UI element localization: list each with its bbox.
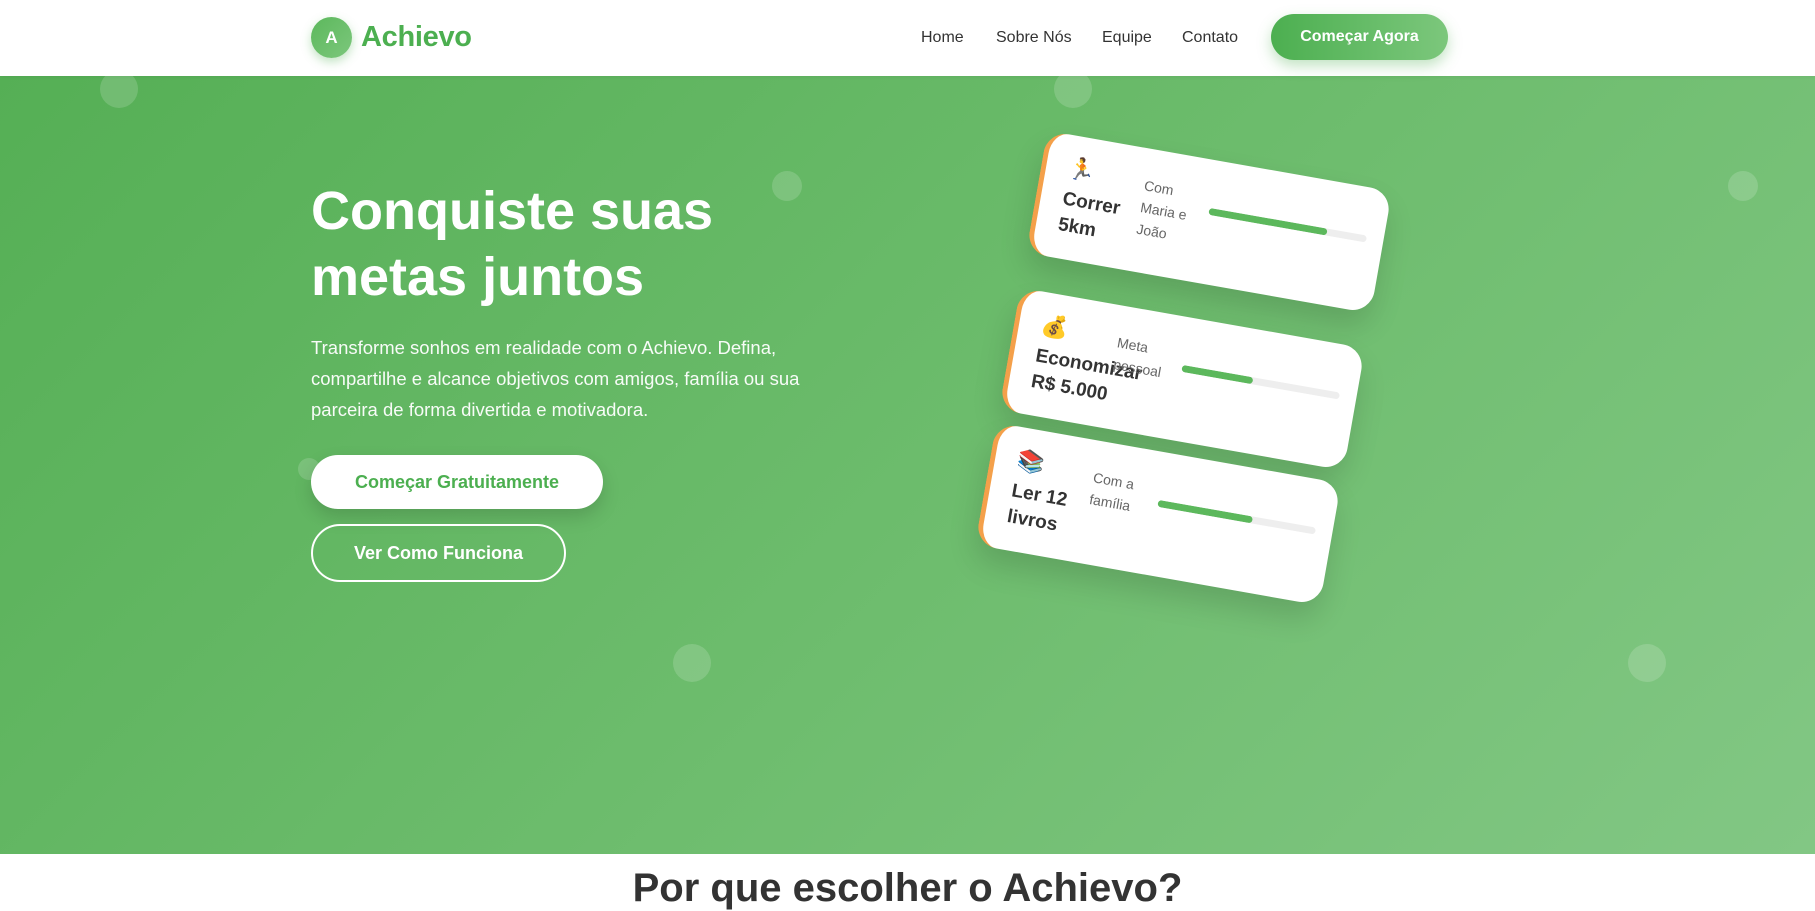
money-bag-icon: 💰 <box>1039 311 1071 342</box>
nav-link-home[interactable]: Home <box>921 29 964 47</box>
runner-icon: 🏃 <box>1066 154 1098 185</box>
logo-mark: A <box>311 17 352 58</box>
goal-title: Ler 12 livros <box>1005 480 1069 536</box>
decorative-bubble <box>1728 171 1758 201</box>
goal-title: Economizar R$ 5.000 <box>1029 345 1144 406</box>
nav-link-equipe[interactable]: Equipe <box>1102 29 1152 47</box>
goal-progress-bar <box>1181 364 1341 400</box>
goal-progress-bar <box>1157 499 1317 535</box>
goal-card[interactable]: 🏃 Correr 5km Com Maria e João <box>1025 130 1393 314</box>
goal-progress-fill <box>1157 499 1254 524</box>
nav-link-sobre-nos[interactable]: Sobre Nós <box>996 29 1072 47</box>
hero-subtitle: Transforme sonhos em realidade com o Ach… <box>311 337 800 420</box>
goal-progress-fill <box>1208 207 1328 236</box>
logo[interactable]: A Achievo <box>311 17 472 58</box>
decorative-bubble <box>100 76 138 108</box>
nav-link-contato[interactable]: Contato <box>1182 29 1238 47</box>
decorative-bubble <box>1054 76 1092 108</box>
see-how-it-works-button[interactable]: Ver Como Funciona <box>311 524 566 582</box>
start-now-button[interactable]: Começar Agora <box>1271 14 1448 60</box>
hero-section: Conquiste suas metas juntos Transforme s… <box>0 76 1815 854</box>
decorative-bubble <box>673 644 711 682</box>
site-header: A Achievo Home Sobre Nós Equipe Contato … <box>0 0 1815 76</box>
why-section: Por que escolher o Achievo? <box>0 854 1815 910</box>
decorative-bubble <box>1628 644 1666 682</box>
hero-title: Conquiste suas metas juntos <box>311 181 714 307</box>
goal-progress-bar <box>1208 207 1368 243</box>
goal-participants: Com Maria e João <box>1135 177 1188 242</box>
brand-name: Achievo <box>361 21 472 53</box>
start-free-button[interactable]: Começar Gratuitamente <box>311 455 603 509</box>
books-icon: 📚 <box>1015 446 1047 477</box>
why-section-title: Por que escolher o Achievo? <box>632 866 1183 910</box>
goal-progress-fill <box>1181 364 1254 385</box>
